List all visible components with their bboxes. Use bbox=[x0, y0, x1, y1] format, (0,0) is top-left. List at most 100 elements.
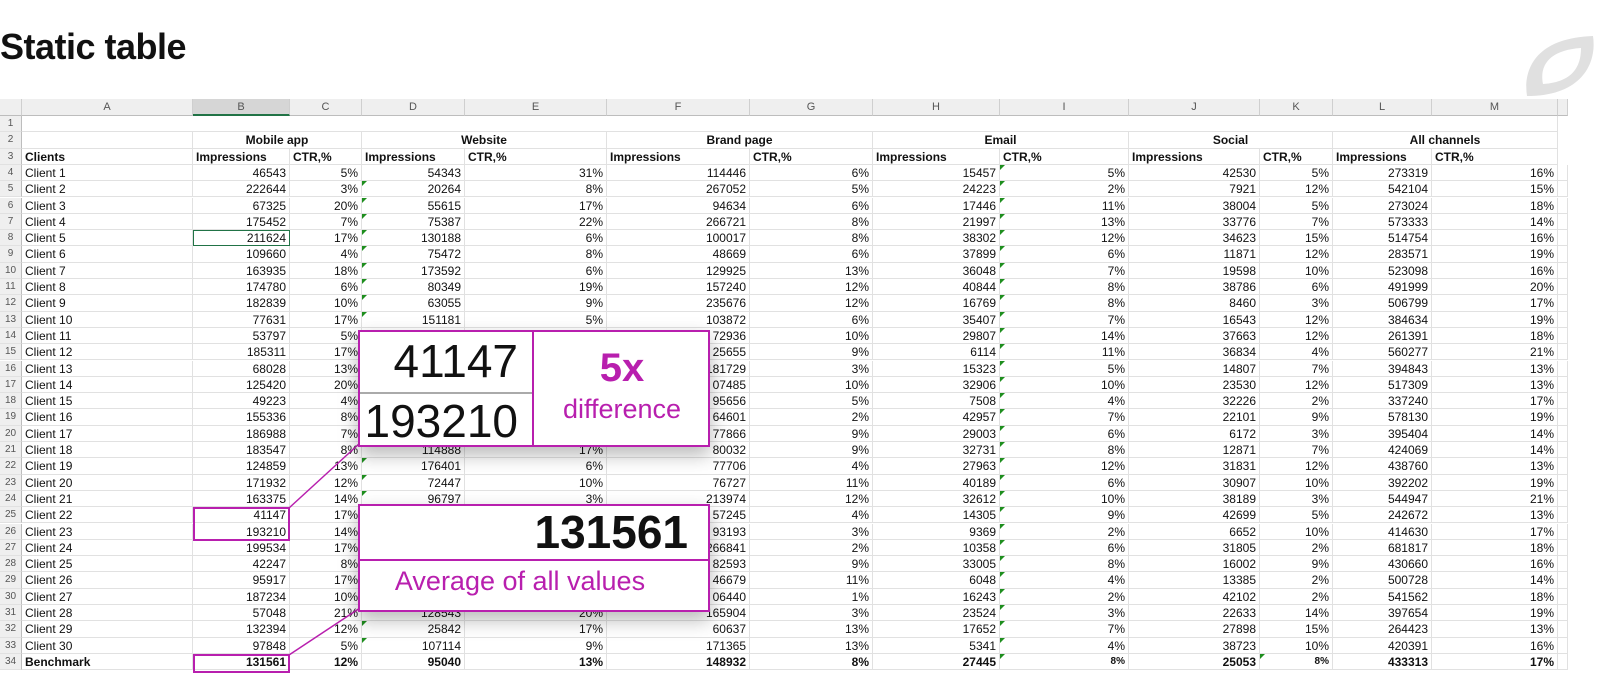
table-cell[interactable]: 5% bbox=[1260, 164, 1333, 182]
table-cell[interactable]: 6% bbox=[750, 164, 873, 182]
client-name[interactable]: Client 21 bbox=[22, 490, 193, 508]
column-header-B[interactable]: B bbox=[193, 99, 290, 116]
table-cell[interactable]: 5% bbox=[290, 164, 362, 182]
table-cell[interactable]: 13% bbox=[1432, 360, 1558, 377]
row-header[interactable]: 23 bbox=[0, 474, 22, 491]
table-cell[interactable]: 1% bbox=[750, 588, 873, 605]
table-cell[interactable]: 8% bbox=[1000, 442, 1129, 459]
table-cell[interactable]: 10358 bbox=[873, 539, 1000, 557]
row-header[interactable]: 29 bbox=[0, 572, 22, 589]
row-header[interactable]: 11 bbox=[0, 279, 22, 296]
client-name[interactable]: Benchmark bbox=[22, 653, 193, 671]
table-cell[interactable]: 5% bbox=[750, 181, 873, 198]
table-cell[interactable]: 6% bbox=[1000, 246, 1129, 263]
table-cell[interactable]: 67325 bbox=[193, 197, 290, 214]
empty-cell[interactable] bbox=[1558, 246, 1568, 263]
table-cell[interactable]: 31% bbox=[465, 164, 607, 182]
column-header-H[interactable]: H bbox=[873, 99, 1000, 116]
table-cell[interactable]: 176401 bbox=[362, 458, 465, 475]
table-cell[interactable]: 75387 bbox=[362, 213, 465, 231]
table-cell[interactable]: 14% bbox=[1432, 425, 1558, 442]
table-cell[interactable]: 186988 bbox=[193, 425, 290, 442]
table-cell[interactable]: 6% bbox=[290, 279, 362, 296]
client-name[interactable]: Client 27 bbox=[22, 588, 193, 605]
table-cell[interactable]: 182839 bbox=[193, 295, 290, 312]
table-cell[interactable]: 38302 bbox=[873, 230, 1000, 247]
empty-cell[interactable] bbox=[1558, 490, 1568, 508]
table-cell[interactable]: 433313 bbox=[1333, 653, 1432, 671]
table-cell[interactable]: 13% bbox=[290, 458, 362, 475]
table-cell[interactable]: 9369 bbox=[873, 523, 1000, 540]
table-cell[interactable]: 132394 bbox=[193, 621, 290, 638]
table-cell[interactable]: 53797 bbox=[193, 327, 290, 345]
table-cell[interactable]: 60637 bbox=[607, 621, 750, 638]
empty-cell[interactable] bbox=[1558, 181, 1568, 198]
client-name[interactable]: Client 15 bbox=[22, 393, 193, 410]
client-name[interactable]: Client 11 bbox=[22, 327, 193, 345]
table-cell[interactable]: 337240 bbox=[1333, 393, 1432, 410]
table-cell[interactable]: 12% bbox=[1260, 246, 1333, 263]
table-cell[interactable]: 15% bbox=[1260, 230, 1333, 247]
table-cell[interactable]: 420391 bbox=[1333, 637, 1432, 654]
table-cell[interactable]: 27963 bbox=[873, 458, 1000, 475]
table-cell[interactable]: 12% bbox=[1260, 327, 1333, 345]
table-cell[interactable]: 17% bbox=[290, 311, 362, 328]
table-cell[interactable]: 13% bbox=[465, 653, 607, 671]
table-cell[interactable]: 681817 bbox=[1333, 539, 1432, 557]
table-cell[interactable]: 6% bbox=[465, 262, 607, 279]
table-cell[interactable]: 11% bbox=[750, 474, 873, 491]
table-cell[interactable]: 11% bbox=[750, 572, 873, 589]
table-cell[interactable]: 183547 bbox=[193, 442, 290, 459]
table-cell[interactable]: 32226 bbox=[1129, 393, 1260, 410]
table-cell[interactable]: 22% bbox=[465, 213, 607, 231]
table-cell[interactable]: 7% bbox=[1000, 311, 1129, 328]
empty-cell[interactable] bbox=[1558, 458, 1568, 475]
table-cell[interactable]: 8% bbox=[1260, 653, 1333, 671]
table-cell[interactable]: 392202 bbox=[1333, 474, 1432, 491]
table-cell[interactable]: 14% bbox=[1432, 213, 1558, 231]
row-header[interactable]: 8 bbox=[0, 230, 22, 247]
table-cell[interactable]: 97848 bbox=[193, 637, 290, 654]
empty-cell[interactable] bbox=[1558, 539, 1568, 557]
table-cell[interactable]: 4% bbox=[750, 458, 873, 475]
table-cell[interactable]: 75472 bbox=[362, 246, 465, 263]
client-name[interactable]: Client 6 bbox=[22, 246, 193, 263]
empty-cell[interactable] bbox=[1558, 637, 1568, 654]
table-cell[interactable]: 16% bbox=[1432, 556, 1558, 573]
ctr-header[interactable]: CTR,% bbox=[290, 148, 362, 165]
table-cell[interactable]: 13% bbox=[1432, 458, 1558, 475]
empty-cell[interactable] bbox=[1558, 653, 1568, 671]
table-cell[interactable]: 438760 bbox=[1333, 458, 1432, 475]
impressions-header[interactable]: Impressions bbox=[1129, 148, 1260, 165]
table-cell[interactable]: 151181 bbox=[362, 311, 465, 328]
table-cell[interactable]: 10% bbox=[1260, 523, 1333, 540]
channel-group-header[interactable]: Mobile app bbox=[193, 132, 362, 149]
row-header[interactable]: 27 bbox=[0, 539, 22, 557]
table-cell[interactable]: 20% bbox=[290, 376, 362, 394]
client-name[interactable]: Client 9 bbox=[22, 295, 193, 312]
select-all-corner[interactable] bbox=[0, 99, 22, 116]
row-header[interactable]: 14 bbox=[0, 327, 22, 345]
client-name[interactable]: Client 16 bbox=[22, 409, 193, 426]
table-cell[interactable]: 148932 bbox=[607, 653, 750, 671]
table-cell[interactable]: 31805 bbox=[1129, 539, 1260, 557]
row-header[interactable]: 9 bbox=[0, 246, 22, 263]
table-cell[interactable]: 9% bbox=[465, 637, 607, 654]
table-cell[interactable]: 129925 bbox=[607, 262, 750, 279]
table-cell[interactable]: 500728 bbox=[1333, 572, 1432, 589]
table-cell[interactable]: 10% bbox=[750, 376, 873, 394]
channel-group-header[interactable]: Brand page bbox=[607, 132, 873, 149]
table-cell[interactable]: 5% bbox=[465, 311, 607, 328]
table-cell[interactable]: 11% bbox=[1000, 344, 1129, 361]
table-cell[interactable]: 5% bbox=[290, 327, 362, 345]
client-name[interactable]: Client 10 bbox=[22, 311, 193, 328]
table-cell[interactable]: 171365 bbox=[607, 637, 750, 654]
table-cell[interactable]: 22633 bbox=[1129, 605, 1260, 622]
table-cell[interactable]: 283571 bbox=[1333, 246, 1432, 263]
row-header[interactable]: 34 bbox=[0, 653, 22, 671]
table-cell[interactable]: 18% bbox=[1432, 588, 1558, 605]
table-cell[interactable]: 14807 bbox=[1129, 360, 1260, 377]
table-cell[interactable]: 578130 bbox=[1333, 409, 1432, 426]
table-cell[interactable]: 5341 bbox=[873, 637, 1000, 654]
table-cell[interactable]: 173592 bbox=[362, 262, 465, 279]
